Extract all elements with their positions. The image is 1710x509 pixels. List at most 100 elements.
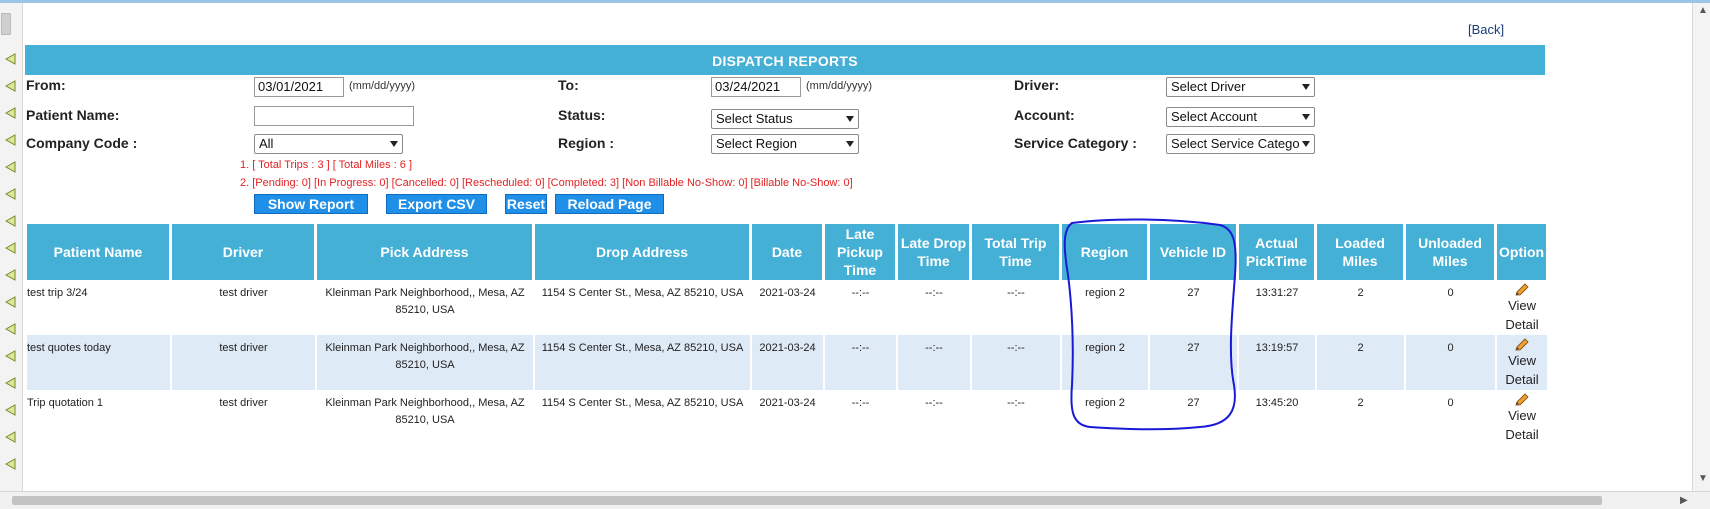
patient-name-input[interactable] xyxy=(254,106,414,126)
triangle-left-icon[interactable] xyxy=(3,214,17,228)
triangle-left-icon[interactable] xyxy=(3,106,17,120)
cell-vehicle-id: 27 xyxy=(1150,335,1237,390)
triangle-left-icon[interactable] xyxy=(3,403,17,417)
table-header-row: Patient Name Driver Pick Address Drop Ad… xyxy=(27,224,1548,280)
scroll-up-icon[interactable]: ▲ xyxy=(1698,5,1708,16)
column-header[interactable]: Vehicle ID xyxy=(1150,224,1237,280)
cell-late-drop: --:-- xyxy=(898,335,970,390)
vertical-scrollbar[interactable]: ▲ ▼ xyxy=(1692,3,1710,491)
triangle-left-icon[interactable] xyxy=(3,295,17,309)
cell-date: 2021-03-24 xyxy=(759,397,816,409)
cell-pick-address: Kleinman Park Neighborhood,, Mesa, AZ 85… xyxy=(325,397,525,426)
cell-driver: test driver xyxy=(219,287,268,299)
cell-date: 2021-03-24 xyxy=(759,287,816,299)
column-header[interactable]: Driver xyxy=(172,224,315,280)
service-category-label: Service Category : xyxy=(1014,135,1137,151)
column-header[interactable]: Late Pickup Time xyxy=(825,224,896,280)
pencil-icon[interactable] xyxy=(1514,283,1530,297)
region-select[interactable]: Select Region xyxy=(711,134,859,154)
triangle-left-icon[interactable] xyxy=(3,457,17,471)
region-select-value: Select Region xyxy=(716,136,797,151)
cell-actual-pick-time: 13:19:57 xyxy=(1239,335,1315,390)
reset-button[interactable]: Reset xyxy=(505,194,547,214)
cell-drop-address: 1154 S Center St., Mesa, AZ 85210, USA xyxy=(541,397,744,409)
page-title: DISPATCH REPORTS xyxy=(25,45,1545,75)
cell-actual-pick-time: 13:45:20 xyxy=(1255,397,1299,409)
view-detail-link[interactable]: View Detail xyxy=(1505,298,1538,332)
cell-date: 2021-03-24 xyxy=(752,335,823,390)
cell-loaded-miles: 2 xyxy=(1317,335,1404,390)
triangle-left-icon[interactable] xyxy=(3,349,17,363)
column-header[interactable]: Loaded Miles xyxy=(1317,224,1404,280)
company-code-label: Company Code : xyxy=(26,135,138,151)
pencil-icon[interactable] xyxy=(1514,338,1530,352)
cell-region: region 2 xyxy=(1085,397,1125,409)
cell-driver: test driver xyxy=(219,397,268,409)
triangle-left-icon[interactable] xyxy=(3,79,17,93)
cell-actual-pick-time: 13:31:27 xyxy=(1255,287,1299,299)
service-category-select[interactable]: Select Service Catego xyxy=(1166,134,1315,154)
to-date-input[interactable]: 03/24/2021 xyxy=(711,77,801,97)
view-detail-link[interactable]: View Detail xyxy=(1505,353,1538,387)
cell-pick-address: Kleinman Park Neighborhood,, Mesa, AZ 85… xyxy=(317,335,533,390)
cell-option[interactable]: View Detail xyxy=(1497,335,1548,390)
column-header[interactable]: Patient Name xyxy=(27,224,170,280)
triangle-left-icon[interactable] xyxy=(3,241,17,255)
summary-status-counts: 2. [Pending: 0] [In Progress: 0] [Cancel… xyxy=(240,177,853,189)
account-select[interactable]: Select Account xyxy=(1166,107,1315,127)
triangle-left-icon[interactable] xyxy=(3,52,17,66)
to-date-hint: (mm/dd/yyyy) xyxy=(806,80,872,92)
horizontal-scroll-thumb[interactable] xyxy=(12,496,1602,505)
cell-unloaded-miles: 0 xyxy=(1447,397,1454,409)
triangle-left-icon[interactable] xyxy=(3,376,17,390)
cell-pick-address: Kleinman Park Neighborhood,, Mesa, AZ 85… xyxy=(325,287,525,316)
service-category-select-value: Select Service Catego xyxy=(1171,136,1300,151)
back-link[interactable]: [Back] xyxy=(1468,22,1504,37)
scroll-down-icon[interactable]: ▼ xyxy=(1698,473,1708,484)
triangle-left-icon[interactable] xyxy=(3,133,17,147)
column-header[interactable]: Pick Address xyxy=(317,224,533,280)
view-detail-link[interactable]: View Detail xyxy=(1505,408,1538,442)
driver-select[interactable]: Select Driver xyxy=(1166,77,1315,97)
cell-loaded-miles: 2 xyxy=(1357,287,1364,299)
column-header[interactable]: Late Drop Time xyxy=(898,224,970,280)
from-date-input[interactable]: 03/01/2021 xyxy=(254,77,344,97)
column-header[interactable]: Date xyxy=(752,224,823,280)
window-top-border xyxy=(0,0,1710,3)
account-select-value: Select Account xyxy=(1171,109,1257,124)
scroll-right-icon[interactable]: ▶ xyxy=(1680,495,1688,506)
cell-option[interactable]: View Detail xyxy=(1497,390,1547,445)
cell-loaded-miles: 2 xyxy=(1357,397,1364,409)
cell-option[interactable]: View Detail xyxy=(1497,280,1547,335)
cell-late-pickup: --:-- xyxy=(851,397,870,409)
table-row: test quotes today test driver Kleinman P… xyxy=(27,335,1548,390)
patient-name-label: Patient Name: xyxy=(26,107,120,123)
cell-late-drop: --:-- xyxy=(925,287,943,299)
triangle-left-icon[interactable] xyxy=(3,187,17,201)
status-select[interactable]: Select Status xyxy=(711,109,859,129)
company-code-select[interactable]: All xyxy=(254,134,403,154)
status-label: Status: xyxy=(558,107,606,123)
column-header[interactable]: Unloaded Miles xyxy=(1406,224,1495,280)
from-label: From: xyxy=(26,77,66,93)
cell-patient-name: test quotes today xyxy=(27,335,170,390)
triangle-left-icon[interactable] xyxy=(3,430,17,444)
show-report-button[interactable]: Show Report xyxy=(254,194,368,214)
frame-tab-handle[interactable] xyxy=(1,13,11,35)
export-csv-button[interactable]: Export CSV xyxy=(386,194,487,214)
cell-vehicle-id: 27 xyxy=(1187,397,1200,409)
to-label: To: xyxy=(558,77,579,93)
column-header[interactable]: Region xyxy=(1062,224,1148,280)
column-header: Option xyxy=(1497,224,1548,280)
back-link-text[interactable]: Back xyxy=(1472,22,1501,37)
triangle-left-icon[interactable] xyxy=(3,268,17,282)
column-header[interactable]: Total Trip Time xyxy=(972,224,1060,280)
company-code-select-value: All xyxy=(259,136,274,151)
pencil-icon[interactable] xyxy=(1514,393,1530,407)
triangle-left-icon[interactable] xyxy=(3,322,17,336)
column-header[interactable]: Drop Address xyxy=(535,224,750,280)
column-header[interactable]: Actual PickTime xyxy=(1239,224,1315,280)
horizontal-scrollbar[interactable]: ▶ xyxy=(0,491,1710,509)
triangle-left-icon[interactable] xyxy=(3,160,17,174)
reload-page-button[interactable]: Reload Page xyxy=(555,194,664,214)
